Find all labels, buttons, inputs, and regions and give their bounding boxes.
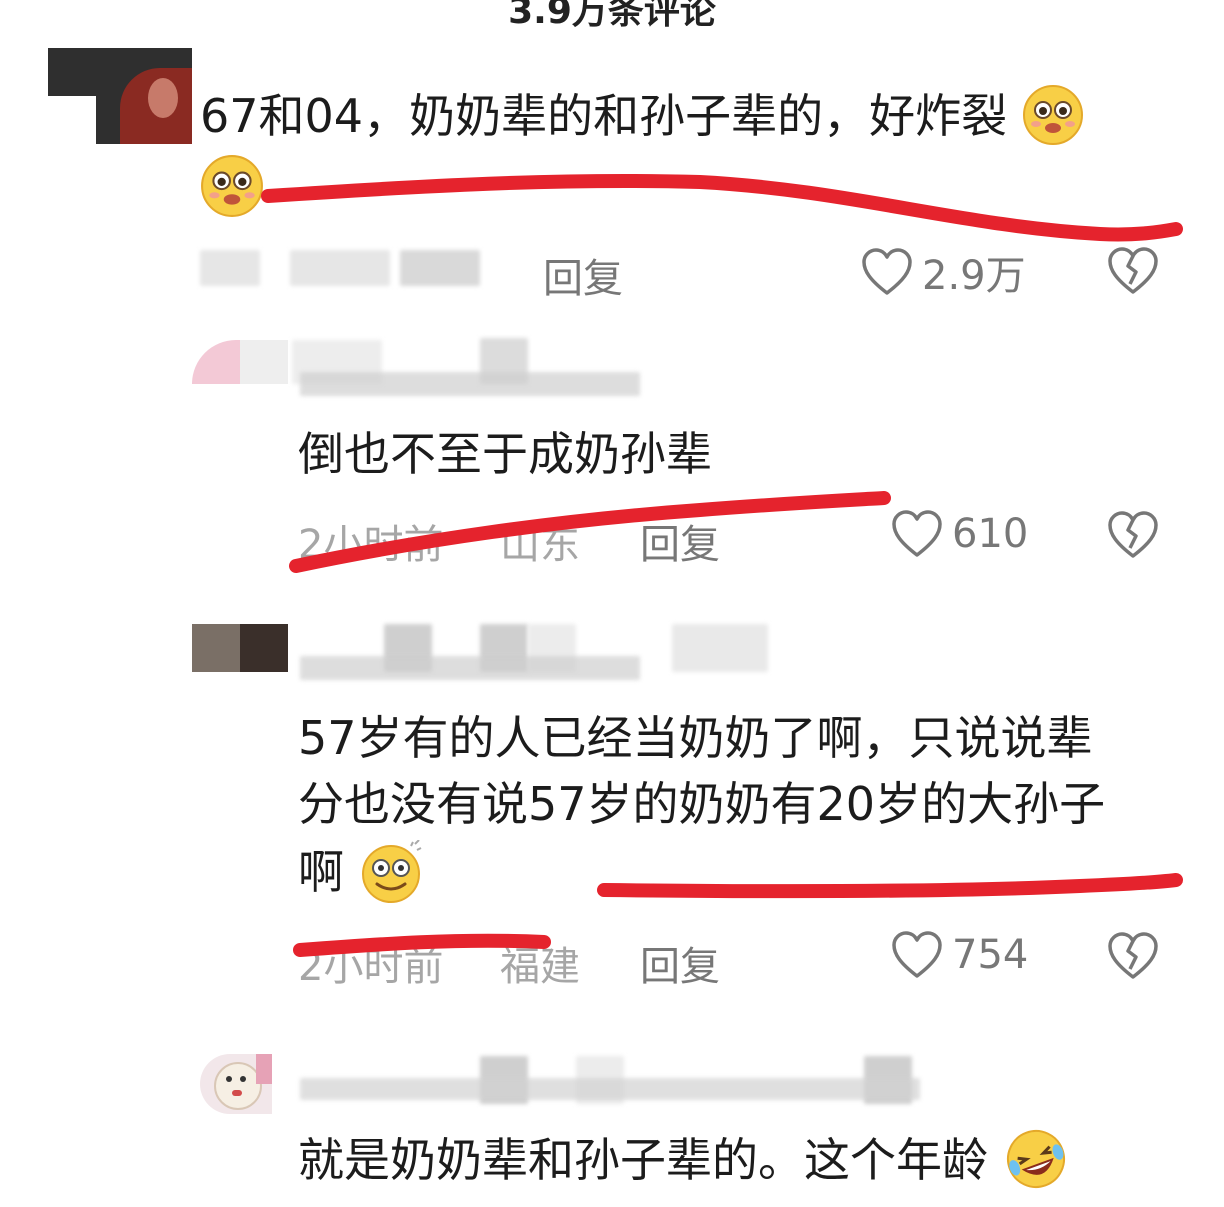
pleading-face-emoji [201, 155, 263, 217]
comment-text: 倒也不至于成奶孙辈 [298, 427, 712, 481]
dizzy-smile-emoji [361, 839, 422, 903]
comment-text: 就是奶奶辈和孙子辈的。这个年龄 [298, 1129, 1069, 1190]
broken-heart-icon[interactable] [1106, 510, 1160, 560]
like-button[interactable]: 2.9万 [860, 243, 1026, 301]
reply-button[interactable]: 回复 [640, 512, 720, 570]
avatar[interactable] [200, 1054, 272, 1114]
username-blurred [672, 624, 768, 672]
comment-text-line-1: 57岁有的人已经当奶奶了啊，只说说辈 [298, 711, 1093, 765]
username-blurred [300, 372, 640, 396]
avatar[interactable] [48, 48, 192, 144]
comment-time: 2小时前 [298, 944, 444, 990]
broken-heart-icon[interactable] [1106, 931, 1160, 981]
reply-button[interactable]: 回复 [543, 246, 623, 304]
pleading-face-emoji [1022, 84, 1083, 145]
comment-location: 福建 [500, 944, 580, 990]
like-button[interactable]: 610 [890, 509, 1028, 559]
avatar[interactable] [192, 340, 288, 384]
heart-outline-icon [892, 931, 942, 978]
comment-text-line-2: 分也没有说57岁的奶奶有20岁的大孙子 [298, 777, 1106, 831]
like-count: 2.9万 [922, 253, 1026, 299]
rolling-laugh-emoji [1006, 1129, 1065, 1188]
comment-time: 2小时前 [298, 522, 444, 568]
comment-text-emoji-line [200, 154, 264, 218]
annotation-stroke [597, 873, 1183, 899]
heart-outline-icon [892, 510, 942, 557]
heart-outline-icon [862, 248, 912, 295]
meta-blurred [200, 250, 260, 286]
username-blurred [300, 1078, 920, 1100]
comment-location: 山东 [500, 522, 580, 568]
meta-blurred [400, 250, 480, 286]
broken-heart-icon[interactable] [1106, 246, 1160, 296]
avatar[interactable] [192, 624, 288, 672]
comment-text-line-3: 啊 [298, 839, 423, 904]
comment-text: 67和04，奶奶辈的和孙子辈的，好炸裂 [200, 84, 1084, 146]
meta-blurred [290, 250, 390, 286]
annotation-stroke [261, 173, 1183, 242]
red-annotation-strokes [261, 173, 1183, 957]
username-blurred [300, 656, 640, 680]
like-button[interactable]: 754 [890, 930, 1028, 980]
like-count: 610 [952, 511, 1029, 557]
reply-button[interactable]: 回复 [640, 934, 720, 992]
like-count: 754 [952, 932, 1029, 978]
comments-count-title: 3.9万条评论 [508, 0, 716, 32]
